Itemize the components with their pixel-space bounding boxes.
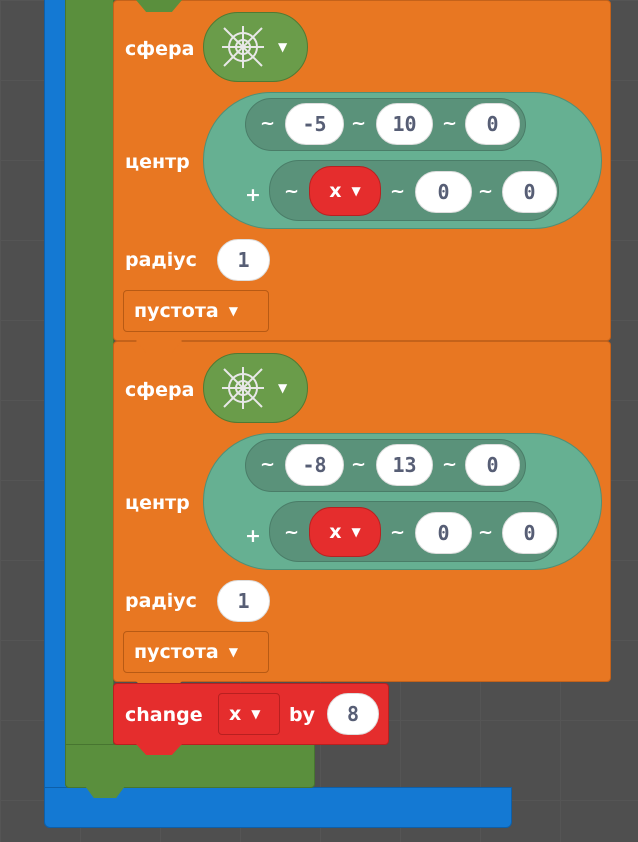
radius-label: радіус <box>125 590 197 612</box>
inner-block-bottom[interactable] <box>65 744 315 788</box>
x-input[interactable]: -5 <box>285 103 344 145</box>
plus-label: + <box>245 184 261 206</box>
material-dropdown[interactable]: ▼ <box>203 353 308 423</box>
y-input[interactable]: 13 <box>376 444 433 486</box>
sphere-label: сфера <box>125 379 195 401</box>
center-label: центр <box>125 151 190 173</box>
tilde-5: ~ <box>390 522 406 543</box>
z-offset-input[interactable]: 0 <box>502 171 557 213</box>
plus-label: + <box>245 525 261 547</box>
chevron-down-icon: ▼ <box>228 645 238 659</box>
fill-dropdown[interactable]: пустота ▼ <box>123 631 269 673</box>
tilde-5: ~ <box>390 181 406 202</box>
sphere-label: сфера <box>125 38 195 60</box>
chevron-down-icon: ▼ <box>251 707 261 721</box>
inner-block-left[interactable] <box>65 0 114 788</box>
material-dropdown[interactable]: ▼ <box>203 12 308 82</box>
variable-name: x <box>329 521 342 543</box>
change-variable-block[interactable]: change x ▼ by 8 <box>113 683 389 755</box>
variable-name: x <box>229 703 242 725</box>
y-offset-input[interactable]: 0 <box>415 171 472 213</box>
z-input[interactable]: 0 <box>465 444 520 486</box>
radius-label: радіус <box>125 249 197 271</box>
tilde-6: ~ <box>478 522 494 543</box>
z-input[interactable]: 0 <box>465 103 520 145</box>
radius-input[interactable]: 1 <box>217 580 270 622</box>
cobweb-icon <box>222 26 264 68</box>
change-amount-input[interactable]: 8 <box>327 693 379 735</box>
sphere-block[interactable]: сфера ▼ центр ~ -8 ~ 13 ~ 0 + ~ x ▼ ~ 0 ~… <box>113 341 611 692</box>
variable-x-dropdown[interactable]: x ▼ <box>309 507 381 557</box>
block-notch <box>136 0 182 12</box>
chevron-down-icon: ▼ <box>228 304 238 318</box>
by-label: by <box>289 704 315 726</box>
tilde-4: ~ <box>284 522 300 543</box>
center-label: центр <box>125 492 190 514</box>
fill-value: пустота <box>134 641 219 663</box>
chevron-down-icon: ▼ <box>351 184 361 198</box>
tilde-3: ~ <box>442 113 458 134</box>
variable-dropdown[interactable]: x ▼ <box>218 693 280 735</box>
cobweb-icon <box>222 367 264 409</box>
y-input[interactable]: 10 <box>376 103 433 145</box>
tilde-3: ~ <box>442 454 458 475</box>
chevron-down-icon: ▼ <box>278 381 288 395</box>
change-label: change <box>125 704 203 726</box>
z-offset-input[interactable]: 0 <box>502 512 557 554</box>
tilde-6: ~ <box>478 181 494 202</box>
tilde-2: ~ <box>351 113 367 134</box>
chevron-down-icon: ▼ <box>351 525 361 539</box>
sphere-block[interactable]: сфера ▼ центр ~ -5 ~ 10 ~ 0 + ~ x ▼ ~ 0 ~… <box>113 0 611 351</box>
radius-input[interactable]: 1 <box>217 239 270 281</box>
fill-dropdown[interactable]: пустота ▼ <box>123 290 269 332</box>
tilde-1: ~ <box>260 454 276 475</box>
tilde-2: ~ <box>351 454 367 475</box>
variable-x-dropdown[interactable]: x ▼ <box>309 166 381 216</box>
fill-value: пустота <box>134 300 219 322</box>
x-input[interactable]: -8 <box>285 444 344 486</box>
chevron-down-icon: ▼ <box>278 40 288 54</box>
variable-name: x <box>329 180 342 202</box>
tilde-4: ~ <box>284 181 300 202</box>
tilde-1: ~ <box>260 113 276 134</box>
y-offset-input[interactable]: 0 <box>415 512 472 554</box>
